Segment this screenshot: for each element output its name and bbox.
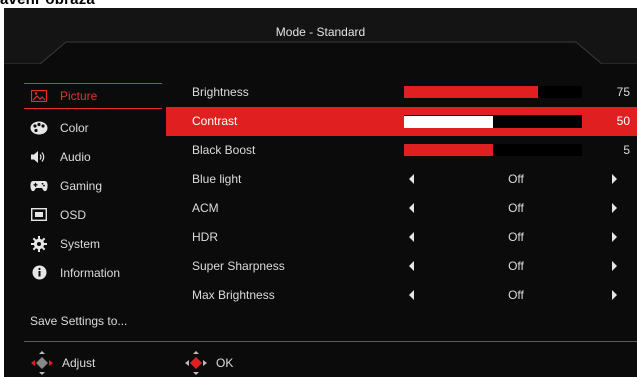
adjust-hint: Adjust — [30, 350, 95, 376]
sidebar-item-picture[interactable]: Picture — [24, 83, 162, 109]
sidebar-item-label: Gaming — [60, 178, 103, 193]
slider-fill — [404, 86, 538, 98]
setting-max-brightness[interactable]: Max Brightness Off — [166, 281, 637, 310]
setting-label: Max Brightness — [192, 288, 275, 302]
mode-title: Mode - Standard — [275, 25, 366, 39]
joystick-adjust-icon — [31, 351, 53, 375]
ok-label: OK — [216, 356, 234, 370]
setting-blue-light[interactable]: Blue light Off — [166, 165, 637, 194]
setting-value: 50 — [616, 114, 630, 128]
slider-fill — [404, 116, 493, 128]
monitor-osd-panel: Mode - Standard Picture Color Audio Gami… — [4, 8, 637, 377]
brightness-slider[interactable] — [404, 86, 582, 98]
arrow-right-icon[interactable] — [612, 174, 617, 184]
setting-label: HDR — [192, 230, 218, 244]
arrow-right-icon[interactable] — [612, 203, 617, 213]
ok-hint: OK — [184, 350, 233, 376]
sidebar-item-osd[interactable]: OSD — [24, 200, 162, 229]
setting-label: ACM — [192, 201, 219, 215]
osd-icon — [30, 208, 48, 222]
sidebar-item-label: System — [60, 236, 101, 251]
setting-acm[interactable]: ACM Off — [166, 194, 637, 223]
info-icon — [30, 265, 48, 280]
arrow-left-icon[interactable] — [409, 232, 414, 242]
setting-hdr[interactable]: HDR Off — [166, 223, 637, 252]
sidebar-item-label: OSD — [60, 207, 87, 222]
sidebar-item-label: Audio — [60, 149, 91, 164]
sidebar-item-information[interactable]: Information — [24, 258, 162, 287]
sidebar: Picture Color Audio Gaming OSD System In… — [24, 83, 162, 287]
adjust-label: Adjust — [62, 356, 96, 370]
arrow-left-icon[interactable] — [409, 261, 414, 271]
setting-value: 75 — [616, 85, 630, 99]
setting-option-value: Off — [508, 172, 524, 186]
setting-option-value: Off — [508, 259, 524, 273]
arrow-left-icon[interactable] — [409, 290, 414, 300]
arrow-right-icon[interactable] — [612, 232, 617, 242]
black-boost-slider[interactable] — [404, 144, 582, 156]
sidebar-item-gaming[interactable]: Gaming — [24, 171, 162, 200]
sidebar-item-audio[interactable]: Audio — [24, 142, 162, 171]
footer-divider — [24, 341, 637, 342]
arrow-left-icon[interactable] — [409, 174, 414, 184]
contrast-slider[interactable] — [404, 115, 582, 128]
arrow-right-icon[interactable] — [612, 261, 617, 271]
footer-hints: Adjust OK — [4, 346, 637, 377]
gear-icon — [30, 235, 48, 252]
setting-brightness[interactable]: Brightness 75 — [166, 78, 637, 107]
picture-icon — [30, 89, 48, 103]
setting-label: Black Boost — [192, 143, 256, 157]
gamepad-icon — [30, 179, 48, 193]
setting-label: Brightness — [192, 85, 249, 99]
setting-label: Blue light — [192, 172, 242, 186]
setting-super-sharpness[interactable]: Super Sharpness Off — [166, 252, 637, 281]
palette-icon — [30, 121, 48, 135]
sidebar-item-label: Color — [60, 120, 89, 135]
save-settings-button[interactable]: Save Settings to... — [30, 314, 127, 328]
settings-list: Brightness 75 Contrast 50 Black Boost 5 … — [166, 78, 637, 310]
arrow-right-icon[interactable] — [612, 290, 617, 300]
sidebar-item-label: Picture — [60, 89, 98, 103]
setting-value: 5 — [623, 143, 630, 157]
setting-label: Super Sharpness — [192, 259, 285, 273]
setting-contrast[interactable]: Contrast 50 — [166, 107, 637, 136]
speaker-icon — [30, 150, 48, 164]
cropped-page-title: avenr obraza — [0, 0, 95, 8]
setting-option-value: Off — [508, 288, 524, 302]
arrow-left-icon[interactable] — [409, 203, 414, 213]
sidebar-item-color[interactable]: Color — [24, 113, 162, 142]
setting-black-boost[interactable]: Black Boost 5 — [166, 136, 637, 165]
slider-fill — [404, 144, 493, 156]
joystick-ok-icon — [185, 351, 207, 375]
setting-label: Contrast — [192, 114, 238, 128]
setting-option-value: Off — [508, 201, 524, 215]
setting-option-value: Off — [508, 230, 524, 244]
sidebar-item-label: Information — [60, 265, 121, 280]
sidebar-item-system[interactable]: System — [24, 229, 162, 258]
